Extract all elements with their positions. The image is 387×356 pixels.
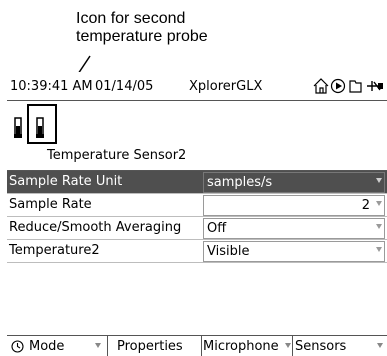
folder-icon[interactable] xyxy=(349,80,362,93)
property-label: Sample Rate Unit xyxy=(9,174,123,189)
home-icon[interactable] xyxy=(313,78,329,94)
property-value-dropdown[interactable]: samples/s xyxy=(203,172,385,193)
property-value: 2 xyxy=(361,198,370,213)
status-bar: 10:39:41 AM 01/14/05 XplorerGLX xyxy=(7,72,387,101)
property-label: Sample Rate xyxy=(9,197,92,212)
status-date: 01/14/05 xyxy=(95,79,154,94)
microphone-softkey[interactable]: Microphone xyxy=(202,336,293,356)
property-row[interactable]: Reduce/Smooth Averaging Off xyxy=(7,217,387,240)
thermometer-icon[interactable] xyxy=(7,114,29,144)
chevron-down-icon xyxy=(285,343,291,348)
property-value-dropdown[interactable]: Visible xyxy=(203,241,385,262)
property-label: Reduce/Smooth Averaging xyxy=(9,220,182,235)
play-icon[interactable] xyxy=(330,78,346,94)
property-row[interactable]: Sample Rate Unit samples/s xyxy=(7,171,387,194)
chevron-down-icon xyxy=(376,201,382,206)
property-label: Temperature2 xyxy=(9,243,100,258)
thermometer-icon[interactable] xyxy=(29,114,51,144)
mode-softkey[interactable]: Mode xyxy=(7,336,108,356)
properties-label: Properties xyxy=(117,339,183,354)
sensor-name: Temperature Sensor2 xyxy=(47,148,187,163)
clock-icon xyxy=(11,340,24,353)
chevron-down-icon xyxy=(95,343,101,348)
app-title: XplorerGLX xyxy=(189,79,263,94)
power-plug-icon[interactable] xyxy=(367,81,383,91)
sensor-area: Temperature Sensor2 xyxy=(7,101,387,169)
sensors-softkey[interactable]: Sensors xyxy=(293,336,387,356)
microphone-label: Microphone xyxy=(203,339,279,354)
property-value: Visible xyxy=(207,244,250,259)
chevron-down-icon xyxy=(376,178,382,183)
sensors-label: Sensors xyxy=(295,339,347,354)
property-row[interactable]: Temperature2 Visible xyxy=(7,240,387,263)
chevron-down-icon xyxy=(377,343,383,348)
property-row[interactable]: Sample Rate 2 xyxy=(7,194,387,217)
chevron-down-icon xyxy=(376,224,382,229)
property-value-dropdown[interactable]: Off xyxy=(203,218,385,239)
mode-label: Mode xyxy=(29,339,65,354)
properties-table: Sample Rate Unit samples/s Sample Rate 2… xyxy=(7,170,387,263)
properties-softkey[interactable]: Properties xyxy=(108,336,202,356)
status-time: 10:39:41 AM xyxy=(10,79,93,94)
property-value: Off xyxy=(207,221,227,236)
status-icons xyxy=(312,77,386,99)
device-screen: 10:39:41 AM 01/14/05 XplorerGLX Temperat… xyxy=(7,72,387,356)
softkey-bar: Mode Properties Microphone Sensors xyxy=(7,335,387,356)
property-value-dropdown[interactable]: 2 xyxy=(203,195,385,216)
chevron-down-icon xyxy=(376,247,382,252)
property-value: samples/s xyxy=(207,175,273,190)
